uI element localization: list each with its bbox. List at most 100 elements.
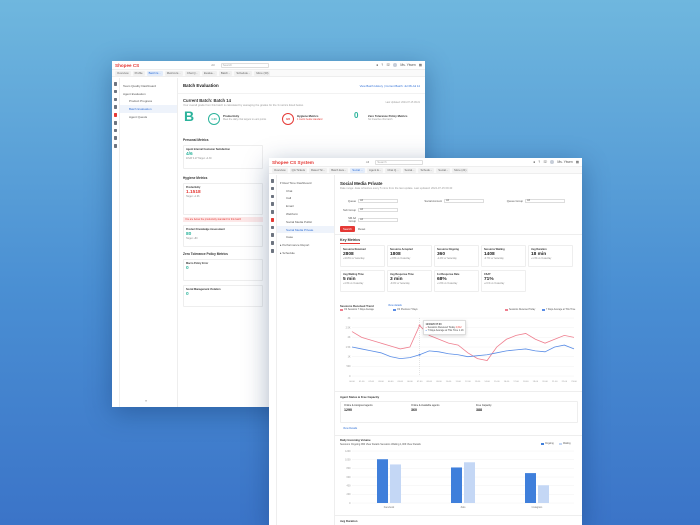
sub-group-select[interactable]: All — [358, 208, 398, 213]
nav-item[interactable]: Call — [277, 195, 334, 203]
book-icon[interactable] — [270, 241, 275, 245]
trend-legend-item[interactable]: CS Sessions 7 Days Average — [340, 309, 374, 311]
metric-card[interactable]: Avg Duration 18 min +1.3% vs Yesterday — [528, 245, 573, 267]
grid-icon[interactable]: ▦ — [419, 63, 422, 67]
nav-item[interactable]: Case — [277, 233, 334, 241]
app-logo[interactable]: Shopee CS — [115, 63, 139, 68]
trend-details-link[interactable]: View details — [388, 304, 402, 307]
user-name[interactable]: Ms. Yiwen — [400, 63, 415, 67]
monitor-icon[interactable] — [270, 217, 275, 222]
collapse-icon[interactable]: « — [145, 398, 147, 403]
tab-item[interactable]: Batch Eva... — [329, 167, 349, 173]
quality-icon[interactable] — [113, 113, 118, 117]
ticket-icon[interactable] — [270, 194, 275, 199]
nav-item[interactable]: ▸ Schedule — [277, 249, 334, 257]
capacity-details-link[interactable]: View Details — [343, 427, 357, 430]
metric-card[interactable]: Sessions Ongoing 360 -2.4% vs Yesterday — [434, 245, 479, 267]
bar-ongoing[interactable] — [451, 467, 462, 503]
metric-card[interactable]: Avg Response Time 3 min -3.0% vs Yesterday — [387, 270, 432, 292]
queue-select[interactable]: All — [358, 199, 398, 204]
nav-item-active[interactable]: Social Media Private — [277, 225, 334, 234]
productivity-card[interactable]: Productivity 1.1518 Target: ≥1.06 — [183, 183, 263, 215]
social-account-select[interactable]: All — [444, 199, 484, 204]
calendar-icon[interactable] — [113, 120, 118, 125]
incoming-bar-chart[interactable]: 0 200 400 600 800 1000 1200 Facebook Zalo Instagr… — [338, 448, 578, 510]
metric-card[interactable]: Sessions Received 2808 +10.8% vs Yesterday — [340, 245, 385, 267]
bar-ongoing[interactable] — [377, 459, 388, 503]
list-icon[interactable] — [270, 210, 275, 214]
social-violation-card[interactable]: Social Management Violation 0 — [183, 285, 263, 307]
reset-button[interactable]: Reset — [358, 227, 365, 231]
tab-item[interactable]: Overview — [115, 70, 131, 76]
search-button[interactable]: Search — [340, 226, 355, 232]
tab-item[interactable]: Chat Q... — [385, 167, 401, 173]
nav-item[interactable]: Agent Quests — [120, 113, 177, 121]
book-icon[interactable] — [113, 136, 118, 141]
calendar-icon[interactable] — [270, 225, 275, 230]
settings-icon[interactable] — [270, 249, 275, 253]
incoming-legend-item[interactable]: Ongoing — [541, 443, 554, 445]
bell-icon[interactable]: ● — [533, 160, 535, 164]
settings-icon[interactable] — [113, 144, 118, 148]
user-name[interactable]: Ms. Yiwen — [557, 160, 572, 164]
tab-item[interactable]: More (30) — [254, 70, 271, 76]
tab-item[interactable]: More (21) — [452, 167, 469, 173]
trend-legend-item[interactable]: CS Previous 7 Days — [393, 309, 418, 311]
user-icon[interactable] — [113, 128, 118, 133]
nav-item[interactable]: Chat — [277, 187, 334, 195]
tab-item[interactable]: Agent E... — [367, 167, 384, 173]
batch-history-link[interactable]: View Batch History | Current Batch: Jul … — [360, 84, 420, 88]
ticket-icon[interactable] — [113, 97, 118, 102]
nav-item[interactable]: Email — [277, 202, 334, 210]
nav-item[interactable]: Social Media Public — [277, 218, 334, 226]
help-icon[interactable]: ? — [538, 160, 540, 164]
metric-card[interactable]: Avg Waiting Time 5 min +4.3% vs Yesterday — [340, 270, 385, 292]
avatar[interactable] — [550, 160, 555, 164]
incoming-legend-item[interactable]: Waiting — [559, 443, 571, 445]
nav-item-active[interactable]: Batch Evaluation — [120, 105, 177, 114]
chat-icon[interactable] — [113, 89, 118, 94]
bar-waiting[interactable] — [538, 485, 549, 503]
metric-card[interactable]: Sessions Waiting 1408 -6.7% vs Yesterday — [481, 245, 526, 267]
grid-icon[interactable]: ▦ — [576, 160, 579, 164]
tab-item[interactable]: Evalua... — [201, 70, 217, 76]
trend-legend-item[interactable]: Sessions Received Today — [505, 309, 535, 311]
nav-item[interactable]: Team Quality Dashboard — [120, 82, 177, 90]
tab-item[interactable]: Schedu... — [418, 167, 435, 173]
chart-icon[interactable] — [113, 105, 118, 109]
chart-icon[interactable] — [270, 202, 275, 206]
home-icon[interactable] — [113, 82, 118, 86]
phone-icon[interactable]: ☏ — [543, 160, 547, 164]
nav-item[interactable]: Agent Evaluation — [120, 90, 177, 98]
tab-item[interactable]: Metrics E... — [164, 70, 183, 76]
tab-item[interactable]: Chat Q... — [184, 70, 200, 76]
metric-card[interactable]: Sessions Accepted 1808 +3.9% vs Yesterday — [387, 245, 432, 267]
help-icon[interactable]: ? — [381, 63, 383, 67]
bar-waiting[interactable] — [464, 462, 475, 503]
trend-legend-item[interactable]: 7 Days Average at This Time — [542, 309, 575, 311]
search-input[interactable]: Search — [375, 159, 424, 165]
app-logo[interactable]: Shopee CS System — [272, 160, 314, 165]
metric-card[interactable]: 1st Response Rate 68% +1.6% vs Yesterday — [434, 270, 479, 292]
tab-item[interactable]: Batch... — [218, 70, 233, 76]
tab-item[interactable]: QA Tickets — [289, 167, 308, 173]
chat-icon[interactable] — [270, 186, 275, 191]
nav-item[interactable]: ▸ Performance Report — [277, 241, 334, 249]
key-metrics-tab[interactable]: Key Metrics — [340, 238, 361, 244]
nav-item[interactable]: Product Progress — [120, 98, 177, 106]
bell-icon[interactable]: ● — [376, 63, 378, 67]
bar-ongoing[interactable] — [525, 473, 536, 503]
home-icon[interactable] — [270, 179, 275, 183]
avatar[interactable] — [393, 63, 398, 67]
icsat-card[interactable]: Agent Internal Customer Satisfaction 4/6… — [183, 145, 263, 169]
search-input[interactable]: Search — [220, 62, 269, 68]
tab-item[interactable]: Social... — [402, 167, 417, 173]
region-select[interactable]: All — [211, 63, 214, 67]
nav-item[interactable]: ▾ Real Time Dashboard — [277, 179, 334, 187]
queue-group-select[interactable]: All — [525, 199, 565, 204]
user-icon[interactable] — [270, 233, 275, 238]
tab-item[interactable]: Schedule... — [234, 70, 253, 76]
sm-ad-group-select[interactable]: All — [358, 217, 398, 223]
metric-card[interactable]: CSAT 71% +2.1% vs Yesterday — [481, 270, 526, 292]
tab-item[interactable]: Social ... — [350, 167, 366, 173]
